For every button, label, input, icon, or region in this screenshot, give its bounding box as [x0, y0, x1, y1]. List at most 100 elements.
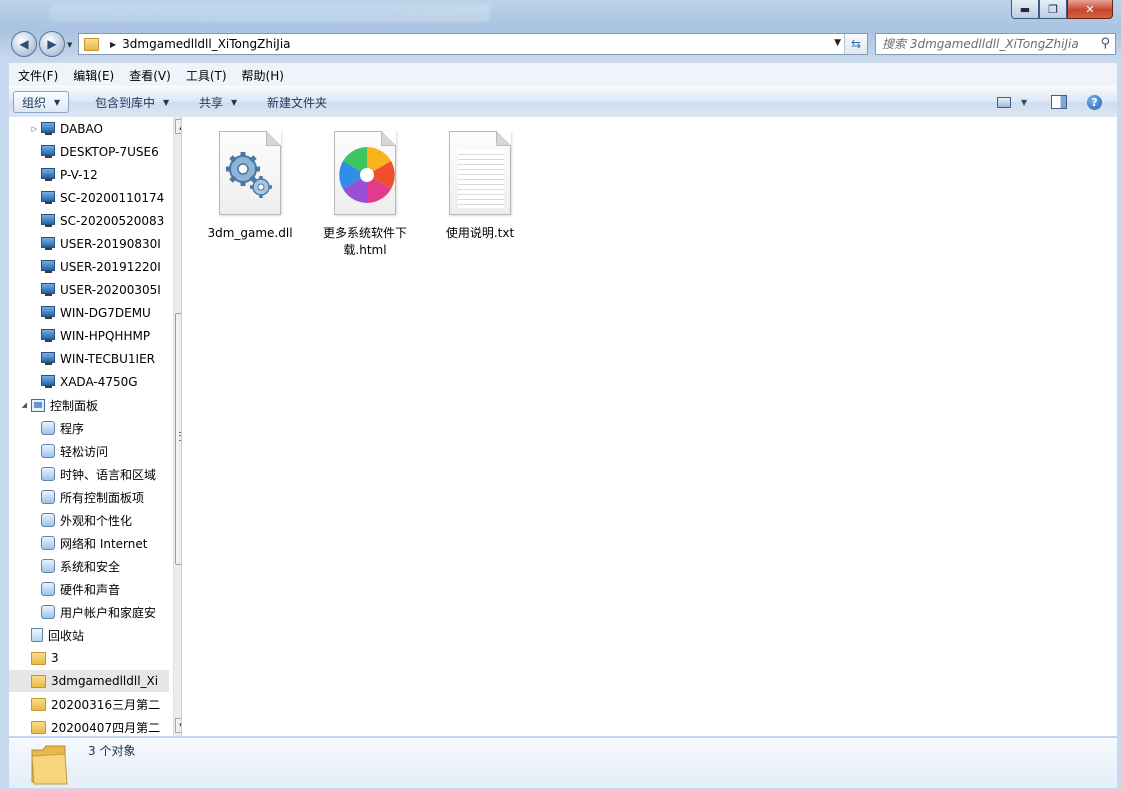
navigation-pane[interactable]: 20200407四月第二 20200316三月第二 3dmgamedlldll_Xi…: [9, 117, 182, 736]
tree-item[interactable]: 网络和 Internet: [9, 532, 169, 554]
tree-item-label: 3: [51, 651, 59, 665]
navigation-scrollbar[interactable]: ▲ ▼: [173, 117, 181, 736]
computer-icon: [41, 306, 55, 319]
tree-item[interactable]: 3: [9, 647, 169, 669]
new-folder-label: 新建文件夹: [267, 95, 328, 110]
file-name: 更多系统软件下载.html: [322, 226, 407, 257]
preview-pane-button[interactable]: [1051, 93, 1067, 111]
organize-button[interactable]: 组织 ▼: [13, 91, 70, 113]
help-icon: ?: [1087, 94, 1102, 110]
folder-icon: [31, 697, 46, 711]
file-list[interactable]: 3dm_game.dll 更多系统软件下载.html 使用说明.txt: [182, 117, 1117, 736]
tree-item-label: 回收站: [48, 628, 85, 643]
new-folder-button[interactable]: 新建文件夹: [259, 91, 335, 113]
menu-edit[interactable]: 编辑(E): [64, 67, 120, 84]
tree-item-label: WIN-TECBU1IER: [60, 352, 156, 366]
search-box[interactable]: ⚲: [875, 33, 1116, 55]
recent-pages-dropdown-icon[interactable]: ▼: [67, 41, 72, 49]
tree-item[interactable]: SC-20200110174: [9, 187, 169, 209]
tree-item[interactable]: P-V-12: [9, 164, 169, 186]
tree-item[interactable]: 3dmgamedlldll_Xi: [9, 670, 169, 692]
browser-html-icon: [332, 125, 398, 217]
menu-tools[interactable]: 工具(T): [177, 67, 233, 84]
forward-button[interactable]: ▶: [39, 31, 65, 57]
computer-icon: [41, 214, 55, 227]
tree-item[interactable]: XADA-4750G: [9, 371, 169, 393]
title-bar[interactable]: ▬ ❐ ✕: [0, 0, 1121, 28]
tree-item[interactable]: USER-20200305I: [9, 279, 169, 301]
back-button[interactable]: ◀: [11, 31, 37, 57]
scrollbar-thumb[interactable]: [175, 313, 181, 565]
tree-item[interactable]: USER-20190830I: [9, 233, 169, 255]
control-panel-icon: [31, 398, 45, 412]
file-item[interactable]: 更多系统软件下载.html: [310, 125, 420, 265]
scroll-up-button[interactable]: ▲: [175, 119, 181, 134]
close-button[interactable]: ✕: [1067, 0, 1113, 19]
tree-item[interactable]: USER-20191220I: [9, 256, 169, 278]
tree-expander[interactable]: ▷: [9, 125, 37, 133]
recycle-bin-icon: [31, 628, 43, 642]
tree-item[interactable]: 20200316三月第二: [9, 693, 169, 715]
tree-item[interactable]: ◢ 控制面板: [9, 394, 169, 416]
help-button[interactable]: ?: [1087, 93, 1102, 111]
menu-file[interactable]: 文件(F): [9, 67, 64, 84]
change-view-button[interactable]: ▼: [997, 93, 1027, 111]
tree-item[interactable]: WIN-TECBU1IER: [9, 348, 169, 370]
menu-help[interactable]: 帮助(H): [233, 67, 290, 84]
address-path[interactable]: 3dmgamedlldll_XiTongZhiJia: [122, 37, 290, 51]
computer-icon: [41, 237, 55, 250]
preview-pane-icon: [1051, 95, 1067, 109]
tree-item[interactable]: 所有控制面板项: [9, 486, 169, 508]
chevron-down-icon: ▼: [54, 97, 61, 107]
tree-item-label: 所有控制面板项: [60, 490, 145, 505]
tree-item[interactable]: SC-20200520083: [9, 210, 169, 232]
address-history-dropdown-icon[interactable]: ▼: [834, 38, 841, 48]
tree-item[interactable]: WIN-HPQHHMP: [9, 325, 169, 347]
tree-expander[interactable]: ◢: [9, 401, 27, 409]
tree-item[interactable]: ▷ DABAO: [9, 118, 169, 140]
tree-item[interactable]: 时钟、语言和区域: [9, 463, 169, 485]
tree-item-label: 网络和 Internet: [60, 536, 148, 551]
minimize-button[interactable]: ▬: [1011, 0, 1039, 19]
file-name: 3dm_game.dll: [207, 226, 293, 240]
share-button[interactable]: 共享 ▼: [191, 91, 245, 113]
tree-item-label: SC-20200520083: [60, 214, 165, 228]
control-panel-items-icon: [41, 490, 55, 504]
ease-of-access-icon: [41, 444, 55, 458]
menu-view[interactable]: 查看(V): [120, 67, 177, 84]
tree-item[interactable]: DESKTOP-7USE6: [9, 141, 169, 163]
address-bar[interactable]: ▶ 3dmgamedlldll_XiTongZhiJia ▼ ⇆: [78, 33, 868, 55]
tree-item[interactable]: 程序: [9, 417, 169, 439]
tree-item[interactable]: 用户帐户和家庭安: [9, 601, 169, 623]
chevron-down-icon: ▼: [163, 97, 170, 107]
tree-item[interactable]: 外观和个性化: [9, 509, 169, 531]
folder-icon: [31, 651, 46, 665]
file-item[interactable]: 3dm_game.dll: [195, 125, 305, 265]
menu-bar: 文件(F) 编辑(E) 查看(V) 工具(T) 帮助(H): [9, 62, 1117, 87]
tree-item-label: WIN-DG7DEMU: [60, 306, 151, 320]
search-icon[interactable]: ⚲: [1100, 36, 1110, 51]
file-item[interactable]: 使用说明.txt: [425, 125, 535, 265]
search-input[interactable]: [882, 36, 1092, 52]
maximize-button[interactable]: ❐: [1039, 0, 1067, 19]
tree-item-label: USER-20190830I: [60, 237, 161, 251]
breadcrumb-separator-icon[interactable]: ▶: [110, 40, 116, 49]
clock-language-icon: [41, 467, 55, 481]
tree-item[interactable]: 轻松访问: [9, 440, 169, 462]
computer-icon: [41, 260, 55, 273]
appearance-icon: [41, 513, 55, 527]
tree-item-label: USER-20191220I: [60, 260, 161, 274]
computer-icon: [41, 145, 55, 158]
tree-item[interactable]: WIN-DG7DEMU: [9, 302, 169, 324]
tree-item[interactable]: 20200407四月第二: [9, 716, 169, 736]
scroll-down-button[interactable]: ▼: [175, 718, 181, 733]
tree-item[interactable]: 系统和安全: [9, 555, 169, 577]
refresh-button[interactable]: ⇆: [844, 34, 867, 54]
include-in-library-button[interactable]: 包含到库中 ▼: [87, 91, 177, 113]
item-count: 3 个对象: [88, 744, 136, 758]
tree-item[interactable]: 回收站: [9, 624, 169, 646]
details-pane: 3 个对象: [9, 737, 1117, 788]
computer-icon: [41, 283, 55, 296]
programs-icon: [41, 421, 55, 435]
tree-item[interactable]: 硬件和声音: [9, 578, 169, 600]
